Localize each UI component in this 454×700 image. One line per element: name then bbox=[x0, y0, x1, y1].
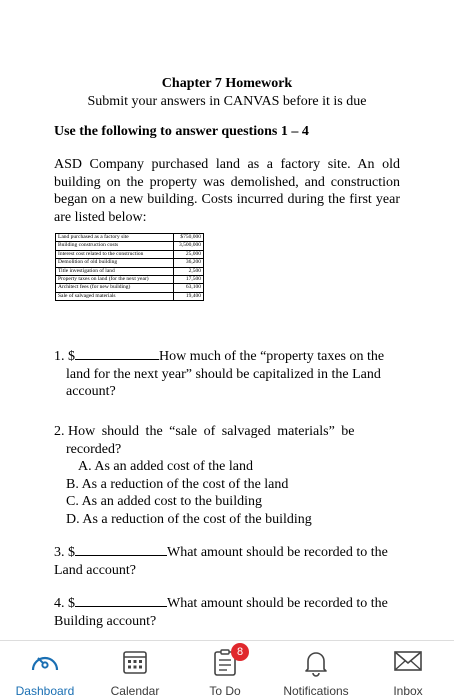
cost-label: Title investigation of land bbox=[55, 266, 174, 277]
question-number: 2. bbox=[54, 424, 65, 439]
table-row: Demolition of old building 36,200 bbox=[55, 258, 204, 268]
nav-label: To Do bbox=[209, 684, 241, 698]
question-text: What amount should be recorded to the bbox=[167, 596, 388, 611]
cost-label: Demolition of old building bbox=[55, 258, 174, 268]
nav-notifications[interactable]: Notifications bbox=[270, 641, 362, 700]
cost-amount: 2,500 bbox=[173, 266, 204, 277]
dashboard-icon bbox=[30, 649, 60, 680]
page-subtitle: Submit your answers in CANVAS before it … bbox=[87, 94, 367, 109]
table-row: Land purchased as a factory site $750,000 bbox=[55, 232, 204, 243]
question-text: Building account? bbox=[54, 613, 157, 629]
dollar-sign: $ bbox=[68, 349, 75, 364]
question-text: Land account? bbox=[54, 562, 137, 578]
question-text: land for the next year” should be capita… bbox=[66, 366, 381, 382]
option-c: C. As an added cost to the building bbox=[66, 494, 262, 509]
cost-amount: $750,000 bbox=[173, 232, 204, 243]
nav-label: Calendar bbox=[110, 684, 160, 698]
cost-amount: 63,100 bbox=[173, 283, 204, 293]
calendar-icon bbox=[122, 649, 148, 680]
cost-label: Land purchased as a factory site bbox=[55, 232, 174, 243]
todo-count-badge: 8 bbox=[231, 643, 249, 661]
table-row: Interest cost related to the constructio… bbox=[55, 249, 204, 260]
cost-amount: 25,000 bbox=[173, 249, 204, 260]
nav-calendar[interactable]: Calendar bbox=[90, 641, 180, 700]
dollar-sign: $ bbox=[68, 545, 75, 560]
nav-label: Notifications bbox=[283, 684, 349, 698]
option-a: A. As an added cost of the land bbox=[78, 459, 253, 474]
nav-inbox[interactable]: Inbox bbox=[362, 641, 454, 700]
dollar-sign: $ bbox=[68, 596, 75, 611]
question-text: How much of the “property taxes on the bbox=[159, 349, 385, 364]
answer-blank bbox=[75, 543, 167, 556]
cost-amount: 17,500 bbox=[173, 275, 204, 285]
nav-todo[interactable]: 8 To Do bbox=[180, 641, 270, 700]
cost-label: Building construction costs bbox=[55, 241, 174, 251]
homework-document: Chapter 7 Homework Submit your answers i… bbox=[0, 0, 454, 640]
nav-dashboard[interactable]: Dashboard bbox=[0, 641, 90, 700]
bottom-nav-bar: Dashboard Calendar 8 To Do Notifications… bbox=[0, 640, 454, 700]
answer-blank bbox=[75, 347, 159, 360]
question-text: How should the “sale of salvaged materia… bbox=[68, 424, 355, 439]
question-text: What amount should be recorded to the bbox=[167, 545, 388, 560]
question-number: 4. bbox=[54, 596, 65, 611]
option-d: D. As a reduction of the cost of the bui… bbox=[66, 511, 312, 527]
question-4: 4. $ What amount should be recorded to th… bbox=[54, 594, 404, 630]
bell-icon bbox=[303, 649, 329, 682]
question-3: 3. $ What amount should be recorded to th… bbox=[54, 543, 404, 579]
option-b: B. As a reduction of the cost of the lan… bbox=[66, 476, 289, 492]
cost-label: Sale of salvaged materials bbox=[55, 291, 174, 302]
table-row: Building construction costs 3,500,000 bbox=[55, 241, 204, 251]
table-row: Title investigation of land 2,500 bbox=[55, 266, 204, 277]
table-row: Property taxes on land (for the next yea… bbox=[55, 275, 204, 285]
nav-label: Dashboard bbox=[15, 684, 75, 698]
nav-label: Inbox bbox=[393, 684, 423, 698]
question-2: 2. How should the “sale of salvaged mate… bbox=[54, 423, 402, 528]
answer-blank bbox=[75, 594, 167, 607]
cost-label: Interest cost related to the constructio… bbox=[55, 249, 174, 260]
cost-amount: 36,200 bbox=[173, 258, 204, 268]
question-text: account? bbox=[66, 384, 116, 399]
question-number: 1. bbox=[54, 349, 65, 364]
instruction-heading: Use the following to answer questions 1 … bbox=[54, 124, 309, 139]
mail-icon bbox=[393, 649, 423, 678]
table-row: Architect fees (for new building) 63,100 bbox=[55, 283, 204, 293]
problem-paragraph: ASD Company purchased land as a factory … bbox=[54, 157, 400, 225]
cost-label: Property taxes on land (for the next yea… bbox=[55, 275, 174, 285]
table-row: Sale of salvaged materials 19,400 bbox=[55, 291, 204, 302]
cost-amount: 3,500,000 bbox=[173, 241, 204, 251]
cost-amount: 19,400 bbox=[173, 291, 204, 302]
question-1: 1. $ How much of the “property taxes on t… bbox=[54, 347, 402, 401]
question-text: recorded? bbox=[66, 441, 122, 457]
cost-label: Architect fees (for new building) bbox=[55, 283, 174, 293]
cost-table: Land purchased as a factory site $750,000… bbox=[55, 232, 204, 302]
page-title: Chapter 7 Homework bbox=[161, 76, 293, 91]
question-number: 3. bbox=[54, 545, 65, 560]
